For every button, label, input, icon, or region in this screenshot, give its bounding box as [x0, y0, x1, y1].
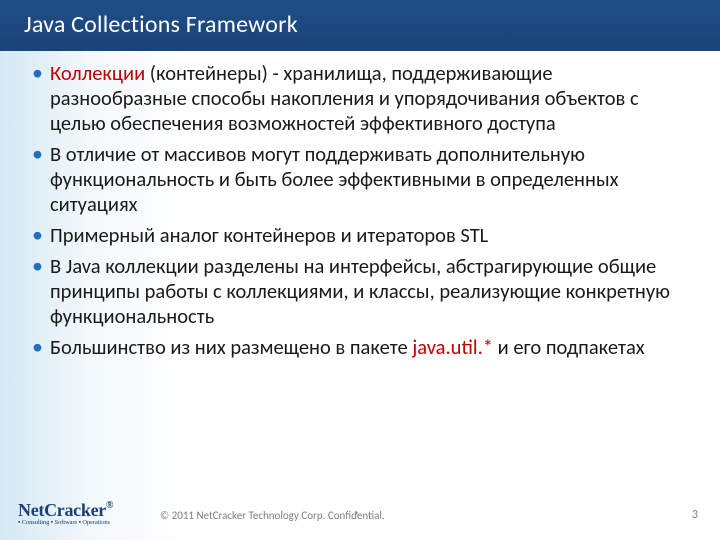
- bullet-text: В Java коллекции разделены на интерфейсы…: [50, 253, 670, 329]
- logo-name: NetCracker: [18, 500, 106, 520]
- registered-icon: ®: [106, 500, 113, 511]
- bullet-item: Коллекции (контейнеры) - хранилища, подд…: [32, 61, 694, 136]
- bullet-list: Коллекции (контейнеры) - хранилища, подд…: [32, 61, 694, 360]
- logo-text: NetCracker®: [18, 500, 113, 521]
- bullet-item: В отличие от массивов могут поддерживать…: [32, 142, 694, 217]
- bullet-text: Большинство из них размещено в пакете: [50, 334, 412, 360]
- bullet-text: и его подпакетах: [493, 334, 645, 360]
- bullet-item: Примерный аналог контейнеров и итераторо…: [32, 223, 694, 248]
- bullet-item: Большинство из них размещено в пакете ja…: [32, 335, 694, 360]
- slide-body: Коллекции (контейнеры) - хранилища, подд…: [0, 51, 720, 360]
- highlight-text: java.util.*: [412, 334, 493, 360]
- slide-title: Java Collections Framework: [0, 0, 720, 51]
- page-number: 3: [692, 508, 698, 522]
- slide: Java Collections Framework Коллекции (ко…: [0, 0, 720, 540]
- bullet-text: В отличие от массивов могут поддерживать…: [50, 141, 619, 217]
- footer: NetCracker® ▪ Consulting ▪ Software ▪ Op…: [0, 488, 720, 532]
- asterisk-text: *: [354, 509, 359, 522]
- bullet-item: В Java коллекции разделены на интерфейсы…: [32, 254, 694, 329]
- copyright-text: © 2011 NetCracker Technology Corp. Confi…: [160, 509, 385, 522]
- logo: NetCracker® ▪ Consulting ▪ Software ▪ Op…: [18, 500, 113, 526]
- logo-tagline: ▪ Consulting ▪ Software ▪ Operations: [18, 519, 113, 526]
- bullet-text: Примерный аналог контейнеров и итераторо…: [50, 222, 488, 248]
- highlight-text: Коллекции: [50, 60, 145, 86]
